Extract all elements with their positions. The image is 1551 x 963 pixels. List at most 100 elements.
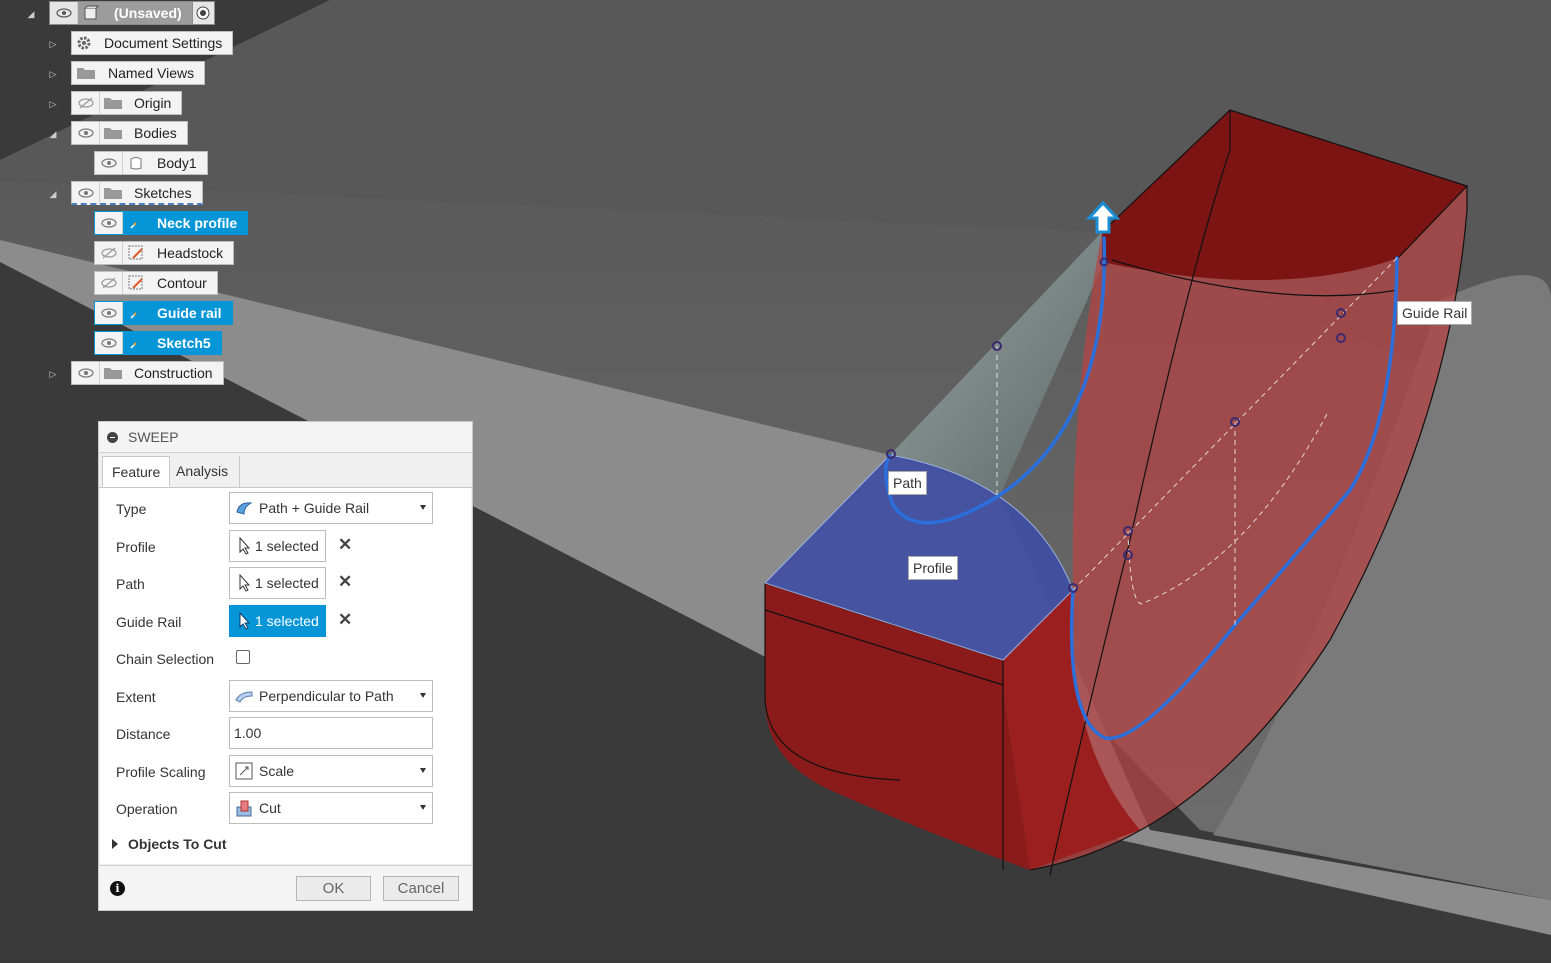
tree-root-label: (Unsaved)	[114, 5, 182, 21]
folder-icon	[100, 182, 126, 204]
chevron-down-icon	[420, 505, 426, 510]
extent-value: Perpendicular to Path	[259, 688, 394, 704]
path-callout[interactable]: Path	[888, 471, 927, 495]
sweep-type-icon	[235, 499, 253, 517]
profile-scaling-label: Profile Scaling	[116, 764, 206, 780]
eye-icon[interactable]	[72, 362, 100, 384]
guide-rail-callout[interactable]: Guide Rail	[1397, 301, 1473, 325]
activate-radio-icon[interactable]	[191, 2, 214, 24]
chain-selection-checkbox[interactable]	[236, 650, 250, 664]
tree-item-label: Contour	[157, 275, 207, 291]
profile-value: 1 selected	[255, 538, 319, 554]
component-icon	[78, 2, 104, 24]
dialog-title: SWEEP	[128, 429, 179, 445]
expand-icon[interactable]: ▷	[48, 369, 58, 379]
tab-feature[interactable]: Feature	[102, 456, 171, 487]
tree-item-guide-rail[interactable]: Guide rail	[94, 301, 233, 325]
dialog-footer: i OK Cancel	[99, 865, 472, 910]
tree-item-label: Sketch5	[157, 335, 211, 351]
collapse-icon[interactable]: ◢	[48, 129, 58, 139]
extent-icon	[235, 687, 253, 705]
cut-icon	[235, 799, 253, 817]
guide-rail-select-button[interactable]: 1 selected	[229, 605, 326, 637]
chevron-down-icon	[420, 768, 426, 773]
objects-to-cut-toggle[interactable]: Objects To Cut	[112, 836, 227, 852]
sketch-icon	[123, 332, 149, 354]
tree-item-label: Document Settings	[104, 35, 223, 51]
tree-root-unsaved[interactable]: (Unsaved)	[49, 1, 215, 25]
tree-item-named-views[interactable]: Named Views	[71, 61, 206, 85]
tree-item-label: Headstock	[157, 245, 224, 261]
tree-item-bodies[interactable]: Bodies	[71, 121, 188, 145]
clear-profile-icon[interactable]: ✕	[338, 536, 352, 553]
sketch-icon	[123, 272, 149, 294]
tab-analysis[interactable]: Analysis	[167, 456, 237, 487]
profile-select-button[interactable]: 1 selected	[229, 530, 326, 562]
operation-label: Operation	[116, 801, 178, 817]
folder-icon	[100, 122, 126, 144]
eye-icon[interactable]	[95, 302, 123, 324]
expand-root-icon[interactable]: ◢	[26, 9, 36, 19]
scale-icon	[235, 762, 253, 780]
tree-item-label: Construction	[134, 365, 213, 381]
eye-hidden-icon[interactable]	[72, 92, 100, 114]
folder-icon	[100, 362, 126, 384]
tree-item-label: Guide rail	[157, 305, 222, 321]
distance-value: 1.00	[234, 725, 262, 741]
path-label: Path	[116, 576, 145, 592]
type-label: Type	[116, 501, 147, 517]
collapse-dialog-icon[interactable]	[107, 431, 118, 443]
tree-item-document-settings[interactable]: Document Settings	[71, 31, 234, 55]
expand-icon[interactable]: ▷	[48, 99, 58, 109]
type-dropdown[interactable]: Path + Guide Rail	[229, 492, 433, 524]
tree-item-neck-profile[interactable]: Neck profile	[94, 211, 249, 235]
distance-label: Distance	[116, 726, 171, 742]
eye-hidden-icon[interactable]	[95, 272, 123, 294]
eye-icon[interactable]	[95, 332, 123, 354]
cursor-arrow-icon	[235, 612, 253, 630]
path-select-button[interactable]: 1 selected	[229, 567, 326, 599]
tree-item-label: Origin	[134, 95, 172, 111]
extent-dropdown[interactable]: Perpendicular to Path	[229, 680, 433, 712]
sketch-icon	[123, 242, 149, 264]
profile-scaling-dropdown[interactable]: Scale	[229, 755, 433, 787]
collapse-icon[interactable]: ◢	[48, 189, 58, 199]
cancel-button[interactable]: Cancel	[383, 876, 459, 901]
cursor-arrow-icon	[235, 537, 253, 555]
folder-icon	[72, 62, 100, 84]
eye-icon[interactable]	[95, 152, 123, 174]
chevron-down-icon	[420, 693, 426, 698]
eye-icon[interactable]	[95, 212, 123, 234]
dialog-header: SWEEP	[99, 422, 472, 453]
eye-icon[interactable]	[72, 181, 100, 204]
ok-button[interactable]: OK	[296, 876, 371, 901]
tree-item-origin[interactable]: Origin	[71, 91, 183, 115]
profile-callout[interactable]: Profile	[908, 556, 958, 580]
operation-dropdown[interactable]: Cut	[229, 792, 433, 824]
tree-item-headstock[interactable]: Headstock	[94, 241, 235, 265]
eye-hidden-icon[interactable]	[95, 242, 123, 264]
sketch-icon	[123, 212, 149, 234]
tree-item-construction[interactable]: Construction	[71, 361, 224, 385]
eye-icon[interactable]	[50, 2, 78, 24]
operation-value: Cut	[259, 800, 281, 816]
eye-icon[interactable]	[72, 122, 100, 144]
tree-item-body1[interactable]: Body1	[94, 151, 208, 175]
expand-icon[interactable]: ▷	[48, 39, 58, 49]
tree-item-label: Neck profile	[157, 215, 238, 231]
tree-item-sketches[interactable]: Sketches	[71, 181, 203, 205]
tree-item-label: Bodies	[134, 125, 177, 141]
info-icon[interactable]: i	[110, 881, 125, 896]
extent-label: Extent	[116, 689, 156, 705]
folder-icon	[100, 92, 126, 114]
path-value: 1 selected	[255, 575, 319, 591]
expand-icon[interactable]: ▷	[48, 69, 58, 79]
tree-item-sketch5[interactable]: Sketch5	[94, 331, 222, 355]
dialog-body: Type Path + Guide Rail Profile 1 selecte…	[100, 488, 471, 864]
distance-input[interactable]: 1.00	[229, 717, 433, 749]
tree-item-contour[interactable]: Contour	[94, 271, 218, 295]
clear-path-icon[interactable]: ✕	[338, 573, 352, 590]
tree-item-label: Body1	[157, 155, 197, 171]
guide-rail-label: Guide Rail	[116, 614, 182, 630]
clear-guide-rail-icon[interactable]: ✕	[338, 611, 352, 628]
